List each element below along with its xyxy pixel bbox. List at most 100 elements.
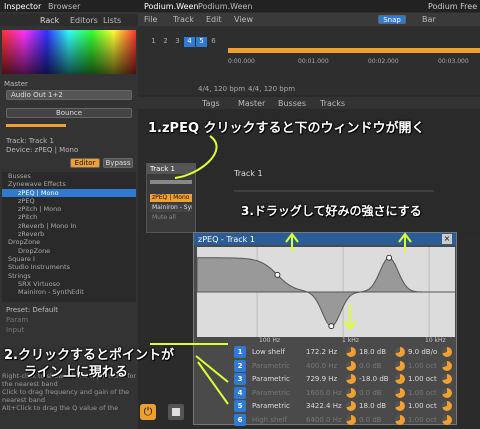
band-type[interactable]: Parametric <box>252 389 290 397</box>
tab-browser[interactable]: Browser <box>48 2 80 11</box>
gain-knob[interactable] <box>395 374 405 384</box>
tree-item[interactable]: Strings <box>2 272 136 280</box>
band-type[interactable]: Parametric <box>252 402 290 410</box>
mute-all[interactable]: Mute all <box>150 214 192 222</box>
freq-knob[interactable] <box>346 360 356 371</box>
band-freq[interactable]: 3422.4 Hz <box>306 402 342 410</box>
bar-number[interactable]: 1 <box>148 37 159 47</box>
band-type[interactable]: Parametric <box>252 375 290 383</box>
loop-range[interactable] <box>228 48 480 53</box>
bar-number[interactable]: 3 <box>172 37 183 47</box>
band-type[interactable]: Parametric <box>252 362 290 370</box>
tab-project-2[interactable]: Podium.Ween <box>198 2 253 11</box>
band-freq[interactable]: 172.2 Hz <box>306 348 337 356</box>
slope-knob[interactable] <box>442 360 452 371</box>
freq-knob[interactable] <box>346 387 356 398</box>
tab-tags[interactable]: Tags <box>202 99 220 108</box>
band-slope[interactable]: 1.00 oct <box>408 362 437 370</box>
tab-inspector[interactable]: Inspector <box>4 2 41 11</box>
slope-knob[interactable] <box>442 401 452 411</box>
eq-graph[interactable] <box>197 247 455 337</box>
freq-knob[interactable] <box>346 414 356 425</box>
stop-button[interactable] <box>168 404 184 420</box>
tree-item[interactable]: Busses <box>2 172 136 180</box>
tree-item[interactable]: Mainiron - SynthEdit <box>2 288 136 296</box>
band-gain[interactable]: 18.0 dB <box>359 348 386 356</box>
band-number[interactable]: 4 <box>234 386 246 399</box>
band-row[interactable]: 1 Low shelf 172.2 Hz 18.0 dB 9.0 dB/o <box>232 346 454 359</box>
band-number[interactable]: 2 <box>234 359 246 372</box>
band-gain[interactable]: 18.0 dB <box>359 402 386 410</box>
fader[interactable] <box>150 180 192 184</box>
menu-view[interactable]: View <box>234 15 253 24</box>
slope-knob[interactable] <box>442 387 452 398</box>
device-slot-synth[interactable]: Mainiron - SynthEdit <box>150 204 192 212</box>
band-row[interactable]: 5 Parametric 3422.4 Hz 18.0 dB 1.00 oct <box>232 400 454 413</box>
tree-item[interactable]: Square I <box>2 255 136 263</box>
band-slope[interactable]: 9.0 dB/o <box>408 348 437 356</box>
tab-tracks[interactable]: Tracks <box>320 99 345 108</box>
tree-item[interactable]: Studio Instruments <box>2 263 136 271</box>
band-slope[interactable]: 1.00 oct <box>408 416 437 424</box>
tree-item[interactable]: DropZone <box>2 247 136 255</box>
band-freq[interactable]: 400.0 Hz <box>306 362 337 370</box>
freq-knob[interactable] <box>346 401 356 411</box>
gain-knob[interactable] <box>395 401 405 411</box>
band-number[interactable]: 5 <box>234 400 246 412</box>
menu-track[interactable]: Track <box>173 15 194 24</box>
tree-item[interactable]: Zynewave Effects <box>2 180 136 188</box>
volume-slider[interactable] <box>6 124 66 127</box>
band-slope[interactable]: 1.00 oct <box>408 389 437 397</box>
bar-number[interactable]: 6 <box>208 37 219 47</box>
tree-item[interactable]: zReverb <box>2 230 136 238</box>
slope-knob[interactable] <box>442 374 452 384</box>
tab-busses[interactable]: Busses <box>278 99 306 108</box>
bounce-button[interactable]: Bounce <box>6 108 132 118</box>
band-row[interactable]: 4 Parametric 1600.0 Hz 0.0 dB 1.00 oct <box>232 386 454 400</box>
gain-knob[interactable] <box>395 387 405 398</box>
band-row[interactable]: 6 High shelf 6400.0 Hz 0.0 dB 1.00 oct <box>232 413 454 427</box>
tree-item[interactable]: zPEQ <box>2 197 136 205</box>
bar-number[interactable]: 5 <box>196 37 207 47</box>
tree-item[interactable]: zReverb | Mono In <box>2 222 136 230</box>
band-freq[interactable]: 6400.0 Hz <box>306 416 342 424</box>
band-gain[interactable]: 0.0 dB <box>359 416 382 424</box>
band-slope[interactable]: 1.00 oct <box>408 402 437 410</box>
gain-knob[interactable] <box>395 360 405 371</box>
tree-item[interactable]: DropZone <box>2 238 136 246</box>
band-number[interactable]: 3 <box>234 373 246 385</box>
tree-item[interactable]: zPitch | Mono <box>2 205 136 213</box>
tab-editors[interactable]: Editors <box>70 16 98 25</box>
band-freq[interactable]: 1600.0 Hz <box>306 389 342 397</box>
tree-item[interactable]: SRX Virtuoso <box>2 280 136 288</box>
bar-select[interactable]: Bar <box>422 15 436 24</box>
tab-rack[interactable]: Rack <box>40 16 59 25</box>
band-slope[interactable]: 1.00 oct <box>408 375 437 383</box>
band-gain[interactable]: 0.0 dB <box>359 362 382 370</box>
tab-master[interactable]: Master <box>238 99 265 108</box>
band-row[interactable]: 2 Parametric 400.0 Hz 0.0 dB 1.00 oct <box>232 359 454 373</box>
snap-button[interactable]: Snap <box>378 15 406 24</box>
menu-edit[interactable]: Edit <box>206 15 222 24</box>
device-slot-zpeq[interactable]: zPEQ | Mono <box>150 194 192 202</box>
band-gain[interactable]: 0.0 dB <box>359 389 382 397</box>
gain-knob[interactable] <box>395 414 405 425</box>
slope-knob[interactable] <box>442 414 452 425</box>
band-row[interactable]: 3 Parametric 729.9 Hz -18.0 dB 1.00 oct <box>232 373 454 386</box>
freq-knob[interactable] <box>346 374 356 384</box>
band-number[interactable]: 1 <box>234 346 246 358</box>
tab-lists[interactable]: Lists <box>103 16 121 25</box>
bar-number[interactable]: 4 <box>184 37 195 47</box>
tab-project-1[interactable]: Podium.Ween <box>144 2 199 11</box>
band-type[interactable]: High shelf <box>252 416 287 424</box>
bar-number[interactable]: 2 <box>160 37 171 47</box>
band-type[interactable]: Low shelf <box>252 348 285 356</box>
color-picker[interactable] <box>2 30 136 74</box>
close-icon[interactable]: × <box>442 234 452 244</box>
tree-item[interactable]: zPitch <box>2 213 136 221</box>
bypass-button[interactable]: Bypass <box>103 158 133 168</box>
slope-knob[interactable] <box>442 347 452 357</box>
band-number[interactable]: 6 <box>234 413 246 426</box>
power-button[interactable]: ⏻ <box>140 404 156 420</box>
gain-knob[interactable] <box>395 347 405 357</box>
